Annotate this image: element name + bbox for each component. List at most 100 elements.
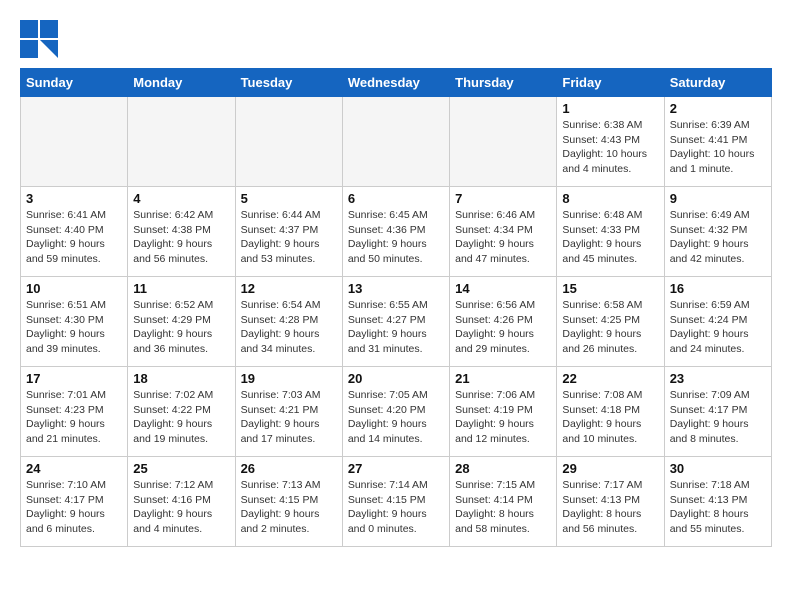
day-number: 16 — [670, 281, 766, 296]
day-number: 6 — [348, 191, 444, 206]
day-number: 30 — [670, 461, 766, 476]
day-number: 10 — [26, 281, 122, 296]
day-number: 11 — [133, 281, 229, 296]
day-info: Sunrise: 6:56 AM Sunset: 4:26 PM Dayligh… — [455, 298, 551, 357]
day-info: Sunrise: 6:42 AM Sunset: 4:38 PM Dayligh… — [133, 208, 229, 267]
weekday-header-tuesday: Tuesday — [235, 69, 342, 97]
day-number: 17 — [26, 371, 122, 386]
day-number: 7 — [455, 191, 551, 206]
day-number: 25 — [133, 461, 229, 476]
calendar-cell — [450, 97, 557, 187]
calendar-cell: 1 Sunrise: 6:38 AM Sunset: 4:43 PM Daylig… — [557, 97, 664, 187]
day-info: Sunrise: 7:12 AM Sunset: 4:16 PM Dayligh… — [133, 478, 229, 537]
calendar-cell: 28 Sunrise: 7:15 AM Sunset: 4:14 PM Dayli… — [450, 457, 557, 547]
day-info: Sunrise: 6:59 AM Sunset: 4:24 PM Dayligh… — [670, 298, 766, 357]
day-info: Sunrise: 7:02 AM Sunset: 4:22 PM Dayligh… — [133, 388, 229, 447]
day-number: 20 — [348, 371, 444, 386]
calendar-cell: 21 Sunrise: 7:06 AM Sunset: 4:19 PM Dayli… — [450, 367, 557, 457]
calendar-cell: 10 Sunrise: 6:51 AM Sunset: 4:30 PM Dayli… — [21, 277, 128, 367]
weekday-header-friday: Friday — [557, 69, 664, 97]
weekday-header-saturday: Saturday — [664, 69, 771, 97]
logo — [20, 20, 64, 58]
calendar-cell: 6 Sunrise: 6:45 AM Sunset: 4:36 PM Daylig… — [342, 187, 449, 277]
calendar-cell — [342, 97, 449, 187]
calendar-cell — [21, 97, 128, 187]
calendar-cell: 24 Sunrise: 7:10 AM Sunset: 4:17 PM Dayli… — [21, 457, 128, 547]
calendar-cell: 3 Sunrise: 6:41 AM Sunset: 4:40 PM Daylig… — [21, 187, 128, 277]
calendar-cell: 16 Sunrise: 6:59 AM Sunset: 4:24 PM Dayli… — [664, 277, 771, 367]
weekday-header-sunday: Sunday — [21, 69, 128, 97]
calendar-cell: 7 Sunrise: 6:46 AM Sunset: 4:34 PM Daylig… — [450, 187, 557, 277]
calendar-cell: 2 Sunrise: 6:39 AM Sunset: 4:41 PM Daylig… — [664, 97, 771, 187]
calendar-cell: 23 Sunrise: 7:09 AM Sunset: 4:17 PM Dayli… — [664, 367, 771, 457]
calendar-cell: 9 Sunrise: 6:49 AM Sunset: 4:32 PM Daylig… — [664, 187, 771, 277]
day-number: 12 — [241, 281, 337, 296]
day-info: Sunrise: 6:38 AM Sunset: 4:43 PM Dayligh… — [562, 118, 658, 177]
calendar-cell: 8 Sunrise: 6:48 AM Sunset: 4:33 PM Daylig… — [557, 187, 664, 277]
day-number: 24 — [26, 461, 122, 476]
day-info: Sunrise: 7:09 AM Sunset: 4:17 PM Dayligh… — [670, 388, 766, 447]
calendar-cell: 25 Sunrise: 7:12 AM Sunset: 4:16 PM Dayli… — [128, 457, 235, 547]
day-info: Sunrise: 7:05 AM Sunset: 4:20 PM Dayligh… — [348, 388, 444, 447]
day-info: Sunrise: 6:46 AM Sunset: 4:34 PM Dayligh… — [455, 208, 551, 267]
day-number: 19 — [241, 371, 337, 386]
weekday-header-thursday: Thursday — [450, 69, 557, 97]
calendar-cell: 30Sunrise: 7:18 AM Sunset: 4:13 PM Dayli… — [664, 457, 771, 547]
calendar-cell — [235, 97, 342, 187]
day-number: 23 — [670, 371, 766, 386]
day-info: Sunrise: 6:41 AM Sunset: 4:40 PM Dayligh… — [26, 208, 122, 267]
calendar-cell: 29Sunrise: 7:17 AM Sunset: 4:13 PM Dayli… — [557, 457, 664, 547]
day-number: 3 — [26, 191, 122, 206]
day-number: 18 — [133, 371, 229, 386]
calendar-cell: 22 Sunrise: 7:08 AM Sunset: 4:18 PM Dayli… — [557, 367, 664, 457]
day-info: Sunrise: 6:51 AM Sunset: 4:30 PM Dayligh… — [26, 298, 122, 357]
day-info: Sunrise: 6:52 AM Sunset: 4:29 PM Dayligh… — [133, 298, 229, 357]
calendar-cell: 5 Sunrise: 6:44 AM Sunset: 4:37 PM Daylig… — [235, 187, 342, 277]
day-number: 9 — [670, 191, 766, 206]
day-info: Sunrise: 7:01 AM Sunset: 4:23 PM Dayligh… — [26, 388, 122, 447]
day-info: Sunrise: 6:44 AM Sunset: 4:37 PM Dayligh… — [241, 208, 337, 267]
day-number: 21 — [455, 371, 551, 386]
day-info: Sunrise: 6:49 AM Sunset: 4:32 PM Dayligh… — [670, 208, 766, 267]
day-number: 28 — [455, 461, 551, 476]
day-info: Sunrise: 6:39 AM Sunset: 4:41 PM Dayligh… — [670, 118, 766, 177]
day-info: Sunrise: 6:58 AM Sunset: 4:25 PM Dayligh… — [562, 298, 658, 357]
day-number: 22 — [562, 371, 658, 386]
day-info: Sunrise: 7:17 AM Sunset: 4:13 PM Dayligh… — [562, 478, 658, 537]
calendar-cell: 27 Sunrise: 7:14 AM Sunset: 4:15 PM Dayli… — [342, 457, 449, 547]
calendar-cell: 14 Sunrise: 6:56 AM Sunset: 4:26 PM Dayli… — [450, 277, 557, 367]
day-number: 27 — [348, 461, 444, 476]
day-info: Sunrise: 7:03 AM Sunset: 4:21 PM Dayligh… — [241, 388, 337, 447]
weekday-header-monday: Monday — [128, 69, 235, 97]
calendar-cell: 26Sunrise: 7:13 AM Sunset: 4:15 PM Dayli… — [235, 457, 342, 547]
day-info: Sunrise: 6:48 AM Sunset: 4:33 PM Dayligh… — [562, 208, 658, 267]
day-info: Sunrise: 7:14 AM Sunset: 4:15 PM Dayligh… — [348, 478, 444, 537]
day-info: Sunrise: 7:13 AM Sunset: 4:15 PM Dayligh… — [241, 478, 337, 537]
day-number: 4 — [133, 191, 229, 206]
day-info: Sunrise: 7:06 AM Sunset: 4:19 PM Dayligh… — [455, 388, 551, 447]
day-info: Sunrise: 6:55 AM Sunset: 4:27 PM Dayligh… — [348, 298, 444, 357]
logo-icon — [20, 20, 58, 58]
day-number: 15 — [562, 281, 658, 296]
calendar-cell: 18 Sunrise: 7:02 AM Sunset: 4:22 PM Dayli… — [128, 367, 235, 457]
day-number: 5 — [241, 191, 337, 206]
weekday-header-wednesday: Wednesday — [342, 69, 449, 97]
calendar-cell: 11 Sunrise: 6:52 AM Sunset: 4:29 PM Dayli… — [128, 277, 235, 367]
calendar-cell — [128, 97, 235, 187]
day-info: Sunrise: 7:10 AM Sunset: 4:17 PM Dayligh… — [26, 478, 122, 537]
calendar-cell: 19 Sunrise: 7:03 AM Sunset: 4:21 PM Dayli… — [235, 367, 342, 457]
calendar-cell: 20 Sunrise: 7:05 AM Sunset: 4:20 PM Dayli… — [342, 367, 449, 457]
calendar-cell: 15 Sunrise: 6:58 AM Sunset: 4:25 PM Dayli… — [557, 277, 664, 367]
calendar-cell: 4 Sunrise: 6:42 AM Sunset: 4:38 PM Daylig… — [128, 187, 235, 277]
day-info: Sunrise: 6:54 AM Sunset: 4:28 PM Dayligh… — [241, 298, 337, 357]
day-number: 14 — [455, 281, 551, 296]
day-number: 8 — [562, 191, 658, 206]
calendar-cell: 13 Sunrise: 6:55 AM Sunset: 4:27 PM Dayli… — [342, 277, 449, 367]
day-info: Sunrise: 6:45 AM Sunset: 4:36 PM Dayligh… — [348, 208, 444, 267]
day-info: Sunrise: 7:08 AM Sunset: 4:18 PM Dayligh… — [562, 388, 658, 447]
calendar-cell: 12 Sunrise: 6:54 AM Sunset: 4:28 PM Dayli… — [235, 277, 342, 367]
day-number: 1 — [562, 101, 658, 116]
day-info: Sunrise: 7:15 AM Sunset: 4:14 PM Dayligh… — [455, 478, 551, 537]
day-number: 13 — [348, 281, 444, 296]
day-number: 2 — [670, 101, 766, 116]
